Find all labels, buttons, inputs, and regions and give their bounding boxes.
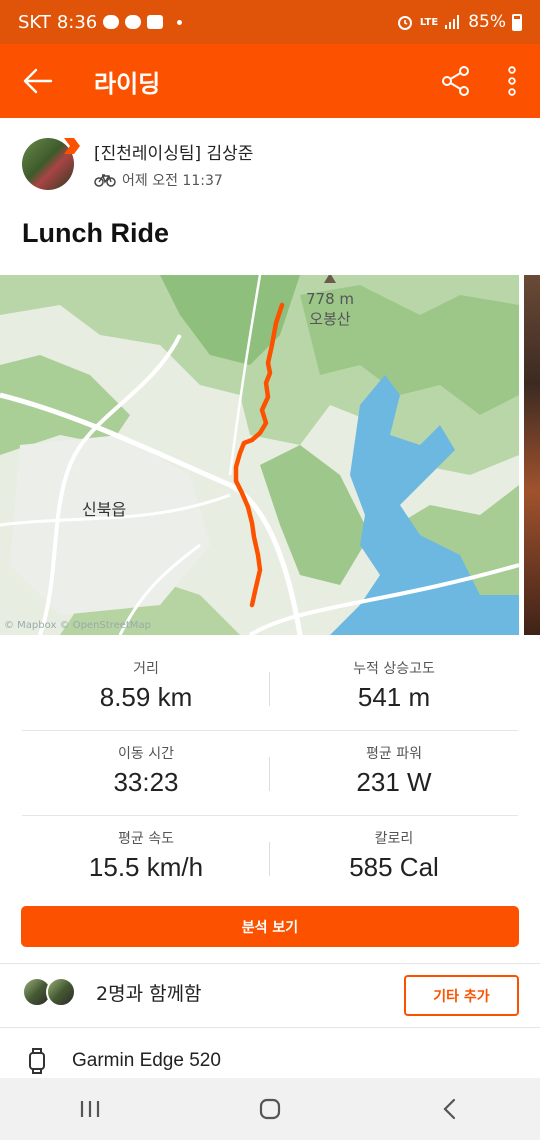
photo-preview[interactable] xyxy=(524,275,540,635)
stats-grid: 거리 8.59 km 누적 상승고도 541 m 이동 시간 33:23 평균 … xyxy=(22,646,518,901)
stat-label: 이동 시간 xyxy=(118,746,174,762)
view-analysis-button[interactable]: 분석 보기 xyxy=(21,906,519,947)
battery-icon xyxy=(512,13,522,31)
stat-label: 평균 속도 xyxy=(118,831,174,847)
stat-label: 누적 상승고도 xyxy=(353,661,435,677)
app-notification-icon xyxy=(147,15,164,29)
stat-distance: 거리 8.59 km xyxy=(22,646,270,730)
network-type: LTE xyxy=(419,16,439,28)
more-options-button[interactable] xyxy=(484,44,540,118)
device-row: Garmin Edge 520 xyxy=(28,1047,221,1075)
more-notifications-icon xyxy=(177,19,183,25)
system-back-button[interactable] xyxy=(410,1078,490,1140)
stat-label: 칼로리 xyxy=(374,831,414,847)
watch-icon xyxy=(29,1048,45,1074)
divider xyxy=(269,672,270,706)
town-label: 신북읍 xyxy=(82,500,127,519)
share-button[interactable] xyxy=(428,44,484,118)
stat-value: 585 Cal xyxy=(349,852,439,882)
map-attribution: © Mapbox © OpenStreetMap xyxy=(4,620,151,631)
stat-avg-speed: 평균 속도 15.5 km/h xyxy=(22,816,270,901)
stat-label: 거리 xyxy=(133,661,159,677)
battery-percent: 85% xyxy=(468,12,506,32)
stat-value: 8.59 km xyxy=(99,682,193,712)
status-bar: SKT 8:36 LTE 85% xyxy=(0,0,540,44)
page-title: 라이딩 xyxy=(94,69,161,98)
stat-value: 33:23 xyxy=(113,767,179,797)
athlete-name[interactable]: [진천레이싱팀] 김상준 xyxy=(94,139,253,164)
peak-label: 778 m 오봉산 xyxy=(306,289,354,329)
athlete-header[interactable]: [진천레이싱팀] 김상준 어제 오전 11:37 xyxy=(22,138,253,190)
home-icon xyxy=(259,1098,281,1120)
back-arrow-icon xyxy=(23,68,53,94)
divider xyxy=(269,757,270,791)
map-canvas xyxy=(0,275,519,635)
back-icon xyxy=(443,1098,456,1120)
stat-avg-power: 평균 파워 231 W xyxy=(270,731,518,815)
recent-apps-icon xyxy=(80,1101,100,1117)
route-map[interactable] xyxy=(0,275,519,635)
app-bar: 라이딩 xyxy=(0,44,540,118)
signal-icon xyxy=(445,15,460,29)
alarm-icon xyxy=(397,16,412,30)
device-name: Garmin Edge 520 xyxy=(72,1050,221,1071)
avatar[interactable] xyxy=(22,138,80,190)
activity-title: Lunch Ride xyxy=(22,218,169,248)
clock: 8:36 xyxy=(56,11,98,33)
stat-value: 231 W xyxy=(356,767,432,797)
more-vertical-icon xyxy=(508,66,516,96)
divider xyxy=(0,963,540,964)
divider xyxy=(269,842,270,876)
group-ride-text: 2명과 함께함 xyxy=(96,982,202,1005)
bicycle-icon xyxy=(94,173,116,187)
stat-value: 15.5 km/h xyxy=(88,852,204,882)
share-icon xyxy=(442,66,469,96)
activity-timestamp: 어제 오전 11:37 xyxy=(122,172,223,189)
stat-label: 평균 파워 xyxy=(366,746,422,762)
add-others-button[interactable]: 기타 추가 xyxy=(404,975,519,1016)
stats-row: 거리 8.59 km 누적 상승고도 541 m xyxy=(22,646,518,731)
stat-value: 541 m xyxy=(357,682,431,712)
stats-row: 평균 속도 15.5 km/h 칼로리 585 Cal xyxy=(22,816,518,901)
peak-elevation: 778 m xyxy=(306,290,355,308)
divider xyxy=(0,1027,540,1028)
back-button[interactable] xyxy=(0,44,76,118)
home-button[interactable] xyxy=(230,1078,310,1140)
group-ride-row[interactable]: 2명과 함께함 xyxy=(22,977,202,1007)
stats-row: 이동 시간 33:23 평균 파워 231 W xyxy=(22,731,518,816)
avatar[interactable] xyxy=(46,977,76,1007)
peak-name: 오봉산 xyxy=(309,310,351,328)
stat-elevation-gain: 누적 상승고도 541 m xyxy=(270,646,518,730)
chat-notification-icon xyxy=(103,15,120,29)
stat-calories: 칼로리 585 Cal xyxy=(270,816,518,901)
system-nav-bar xyxy=(0,1078,540,1140)
talk-notification-icon xyxy=(125,15,142,29)
subscriber-badge-icon xyxy=(64,138,80,154)
stat-moving-time: 이동 시간 33:23 xyxy=(22,731,270,815)
carrier: SKT xyxy=(18,11,51,33)
recent-apps-button[interactable] xyxy=(50,1078,130,1140)
